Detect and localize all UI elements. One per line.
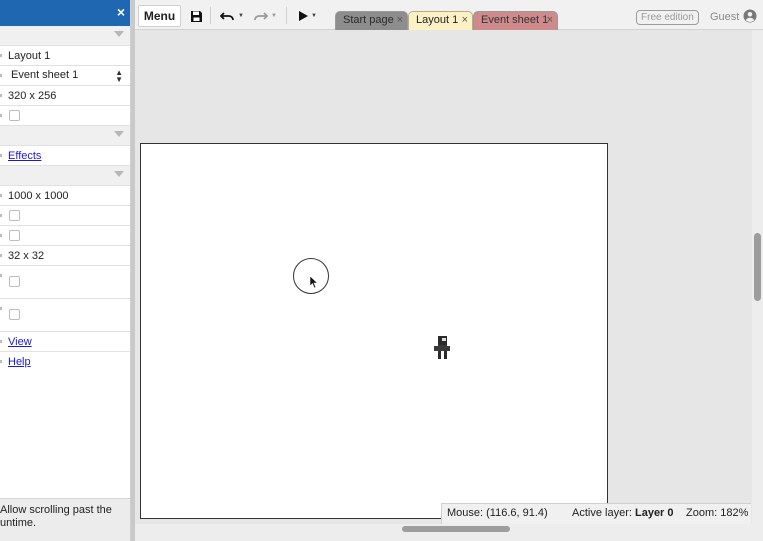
property-value: 32 x 32 [8, 250, 45, 262]
save-icon [190, 10, 202, 22]
properties-panel-header: × [0, 0, 130, 26]
tab-label: Start page [343, 14, 394, 26]
event-sheet-select-value: Event sheet 1 [11, 69, 79, 81]
free-edition-badge[interactable]: Free edition [636, 10, 699, 25]
layout-canvas[interactable] [140, 143, 608, 519]
tab-label: Layout 1 [416, 14, 459, 26]
event-sheet-select[interactable]: Event sheet 1 ▲ ▼ [5, 68, 127, 84]
view-link[interactable]: View [8, 336, 32, 348]
chevron-down-icon[interactable] [114, 131, 124, 137]
save-button[interactable] [187, 6, 205, 26]
property-row-grid-size[interactable]: 32 x 32 [0, 246, 130, 266]
property-row-size[interactable]: 320 x 256 [0, 86, 130, 106]
property-value: 1000 x 1000 [8, 190, 69, 202]
property-description: Allow scrolling past the untime. [0, 498, 130, 541]
property-row-name[interactable]: Layout 1 [0, 46, 130, 66]
property-row-checkbox [0, 226, 130, 246]
dropdown-arrow-icon[interactable]: ▼ [238, 13, 244, 19]
property-value: Layout 1 [8, 50, 51, 62]
active-layer-value: Layer 0 [634, 507, 674, 519]
property-checkbox[interactable] [9, 230, 20, 241]
property-row-layout-size[interactable]: 1000 x 1000 [0, 186, 130, 206]
layout-view[interactable] [135, 30, 752, 524]
help-link[interactable]: Help [8, 356, 31, 368]
property-checkbox[interactable] [9, 309, 20, 320]
property-row-checkbox [0, 106, 130, 126]
property-group-header[interactable] [0, 26, 130, 46]
close-icon[interactable]: × [397, 12, 403, 29]
mouse-position: Mouse: (116.6, 91.4) [447, 507, 548, 519]
horizontal-scrollbar-thumb[interactable] [402, 526, 510, 532]
chevron-down-icon[interactable] [114, 171, 124, 177]
property-row-checkbox [0, 299, 130, 332]
close-icon[interactable]: × [117, 4, 125, 20]
tab-event-sheet-1[interactable]: Event sheet 1 × [473, 11, 558, 30]
close-icon[interactable]: × [547, 12, 553, 29]
property-description-line: untime. [0, 517, 37, 529]
player-sprite[interactable] [433, 336, 451, 360]
user-icon[interactable] [743, 9, 757, 23]
close-icon[interactable]: × [462, 12, 468, 29]
play-icon [299, 11, 309, 21]
main-toolbar: Menu ▼ ▼ ▼ Start page × Layout 1 × Event… [135, 0, 763, 30]
property-row-event-sheet[interactable]: Event sheet 1 ▲ ▼ [0, 66, 130, 86]
property-row-checkbox [0, 206, 130, 226]
property-row-effects: Effects [0, 146, 130, 166]
property-row-view: View [0, 332, 130, 352]
undo-button[interactable]: ▼ [218, 6, 246, 26]
vertical-scrollbar-thumb[interactable] [754, 233, 761, 301]
zoom-level: Zoom: 182% [686, 507, 749, 519]
preview-button[interactable]: ▼ [295, 6, 321, 26]
undo-icon [220, 11, 234, 20]
active-layer-label: Active layer: [572, 507, 632, 519]
status-bar: Mouse: (116.6, 91.4) Active layer: Layer… [441, 503, 751, 524]
property-description-line: Allow scrolling past the [0, 504, 112, 516]
property-row-help: Help [0, 352, 130, 372]
active-layer-status: Active layer: Layer 0 [572, 504, 674, 523]
vertical-scrollbar[interactable] [752, 30, 763, 524]
property-group-header[interactable] [0, 126, 130, 146]
chevron-down-icon[interactable] [114, 31, 124, 37]
toolbar-separator [210, 7, 211, 24]
redo-button[interactable]: ▼ [251, 6, 279, 26]
dropdown-arrow-icon[interactable]: ▼ [271, 13, 277, 19]
property-checkbox[interactable] [9, 210, 20, 221]
updown-arrows-icon: ▲ ▼ [115, 68, 123, 84]
properties-panel: × Layout 1 Event sheet 1 ▲ ▼ 320 x 256 Ef… [0, 0, 131, 541]
effects-link[interactable]: Effects [8, 150, 41, 162]
property-row-checkbox [0, 266, 130, 299]
tab-start-page[interactable]: Start page × [335, 11, 408, 30]
tab-layout-1[interactable]: Layout 1 × [408, 11, 473, 30]
property-group-header[interactable] [0, 166, 130, 186]
menu-button[interactable]: Menu [138, 5, 181, 27]
toolbar-separator [286, 7, 287, 24]
tab-label: Event sheet 1 [481, 14, 549, 26]
horizontal-scrollbar[interactable] [135, 524, 763, 541]
mouse-cursor-icon [310, 276, 319, 289]
property-value: 320 x 256 [8, 90, 57, 102]
dropdown-arrow-icon[interactable]: ▼ [311, 13, 317, 19]
user-name[interactable]: Guest [710, 11, 739, 23]
property-checkbox[interactable] [9, 110, 20, 121]
property-checkbox[interactable] [9, 276, 20, 287]
redo-icon [254, 11, 269, 20]
